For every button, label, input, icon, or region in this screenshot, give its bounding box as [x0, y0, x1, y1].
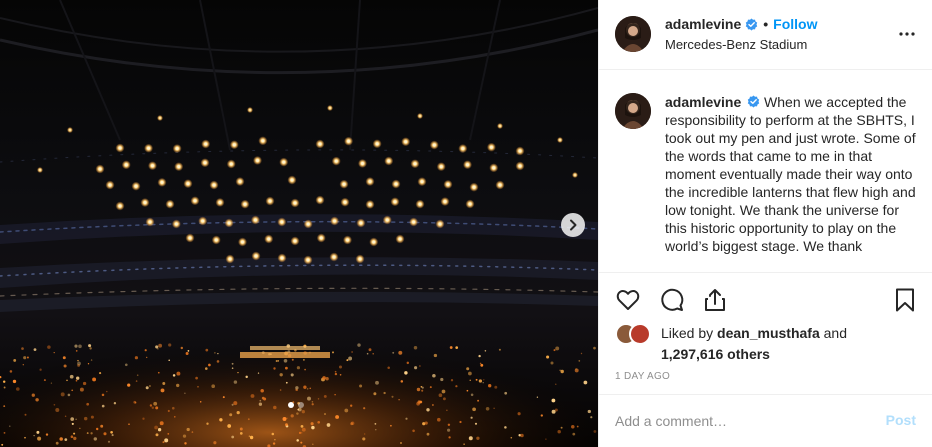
liked-by-label: Liked by: [661, 325, 714, 341]
heart-icon[interactable]: [615, 287, 641, 313]
share-icon[interactable]: [702, 287, 728, 313]
verified-badge-icon: [746, 18, 758, 30]
liker-avatar[interactable]: [629, 323, 651, 345]
profile-photo: [615, 16, 651, 52]
liker-username-link[interactable]: dean_musthafa: [717, 325, 820, 341]
stadium-concert-photo: [0, 0, 598, 447]
post-side-panel: adamlevine • Follow Mercedes-Benz Stadiu…: [598, 0, 932, 447]
username-link[interactable]: adamlevine: [665, 16, 741, 32]
post-header-title: adamlevine • Follow: [665, 16, 818, 32]
caption-text-block: adamlevine When we accepted the responsi…: [665, 93, 917, 255]
likes-count-link[interactable]: 1,297,616 others: [661, 346, 770, 362]
caption-section: adamlevine When we accepted the responsi…: [599, 71, 932, 272]
bookmark-icon[interactable]: [892, 287, 918, 313]
avatar[interactable]: [615, 16, 651, 52]
likes-joiner: and: [823, 325, 847, 341]
carousel-dot-active: [288, 402, 294, 408]
post-comment-button[interactable]: Post: [886, 412, 916, 428]
comment-bubble-icon[interactable]: [659, 287, 685, 313]
likes-text: Liked by dean_musthafa and 1,297,616 oth…: [661, 323, 847, 365]
post-header: adamlevine • Follow Mercedes-Benz Stadiu…: [599, 0, 932, 70]
instagram-post: adamlevine • Follow Mercedes-Benz Stadiu…: [0, 0, 932, 447]
profile-photo: [615, 93, 651, 129]
carousel-indicator: [288, 402, 304, 408]
location-link[interactable]: Mercedes-Benz Stadium: [665, 37, 807, 52]
chevron-right-icon: [570, 219, 577, 231]
post-photo[interactable]: [0, 0, 598, 447]
carousel-next-button[interactable]: [561, 213, 585, 237]
separator-dot: •: [763, 16, 769, 32]
more-options-icon[interactable]: [897, 24, 917, 44]
comment-input[interactable]: [615, 411, 855, 431]
caption-text: When we accepted the responsibility to p…: [665, 94, 916, 254]
post-actions-section: Liked by dean_musthafa and 1,297,616 oth…: [599, 272, 932, 447]
carousel-dot: [298, 402, 304, 408]
caption-avatar[interactable]: [615, 93, 651, 129]
comment-form: Post: [599, 394, 932, 447]
follow-button[interactable]: Follow: [773, 16, 817, 32]
likes-summary: Liked by dean_musthafa and 1,297,616 oth…: [615, 323, 915, 365]
liker-avatars: [615, 323, 653, 345]
caption-username-link[interactable]: adamlevine: [665, 94, 741, 110]
post-timestamp[interactable]: 1 DAY AGO: [615, 371, 670, 382]
verified-badge-icon: [747, 95, 760, 108]
